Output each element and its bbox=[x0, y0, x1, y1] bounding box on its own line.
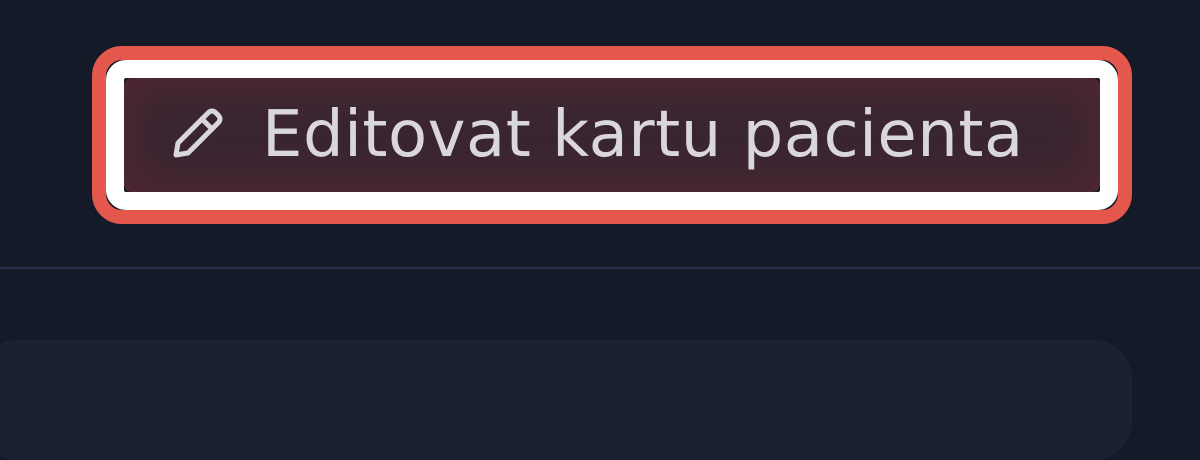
header-divider bbox=[0, 267, 1200, 269]
edit-button-label: Editovat kartu pacienta bbox=[262, 98, 1024, 172]
content-card bbox=[0, 340, 1132, 460]
edit-patient-card-button[interactable]: Editovat kartu pacienta bbox=[124, 78, 1100, 192]
pencil-icon bbox=[173, 108, 223, 158]
